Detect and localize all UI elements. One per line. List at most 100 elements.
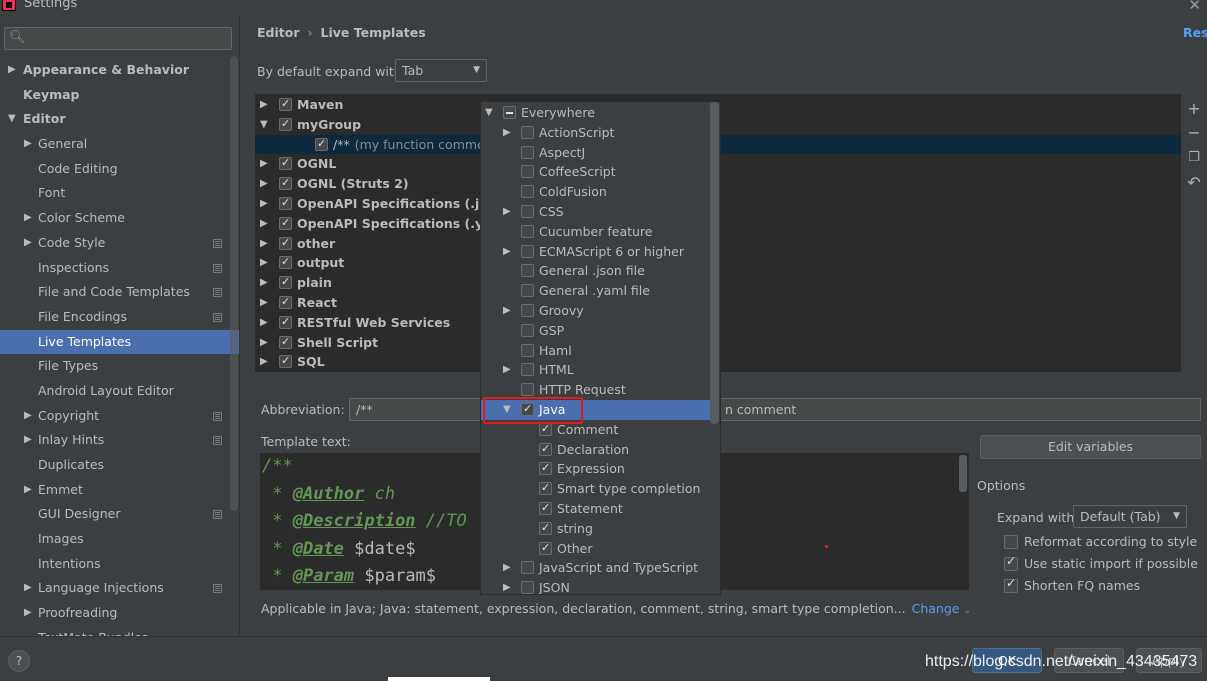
template-checkbox[interactable] (279, 153, 292, 173)
sidebar-item-file-types[interactable]: File Types (0, 354, 239, 379)
context-checkbox[interactable] (521, 125, 534, 139)
option-checkbox[interactable] (1004, 535, 1018, 549)
context-item-expression[interactable]: Expression (481, 458, 710, 479)
restore-icon[interactable]: ↶ (1185, 174, 1203, 192)
template-checkbox[interactable] (279, 332, 292, 351)
chevron-right-icon[interactable]: ▶ (503, 301, 511, 321)
context-checkbox[interactable] (521, 205, 534, 218)
chevron-down-icon[interactable]: ▼ (485, 103, 493, 123)
chevron-right-icon[interactable]: ▶ (260, 154, 268, 174)
context-checkbox[interactable] (521, 224, 534, 238)
context-item-general-yaml-file[interactable]: General .yaml file (481, 281, 710, 301)
chevron-right-icon[interactable]: ▶ (260, 214, 268, 234)
sidebar-item-file-encodings[interactable]: File Encodings (0, 305, 239, 330)
sidebar-item-inlay-hints[interactable]: ▶ Inlay Hints (0, 428, 239, 453)
chevron-right-icon[interactable]: ▶ (260, 194, 268, 214)
context-item-smart-type-completion[interactable]: Smart type completion (481, 478, 710, 499)
chevron-right-icon[interactable]: ▶ (503, 123, 511, 143)
expand-with-select[interactable]: Default (Tab) ▼ (1073, 505, 1187, 528)
context-chooser-popup[interactable]: ▶ JSON ▶ JavaScript and TypeScript Other stri… (480, 101, 721, 595)
chevron-right-icon[interactable]: ▶ (503, 578, 511, 594)
sidebar-item-android-layout-editor[interactable]: Android Layout Editor (0, 379, 239, 404)
context-item-javascript-and-typescript[interactable]: ▶ JavaScript and TypeScript (481, 558, 710, 578)
sidebar-item-language-injections[interactable]: ▶ Language Injections (0, 576, 239, 601)
sidebar-item-textmate-bundles[interactable]: TextMate Bundles (0, 626, 239, 636)
chevron-right-icon[interactable]: ▶ (24, 404, 32, 429)
context-checkbox[interactable] (521, 264, 534, 278)
option-checkbox[interactable] (1004, 554, 1018, 571)
chevron-right-icon[interactable]: ▶ (24, 428, 32, 453)
close-icon[interactable]: ✕ (1188, 0, 1201, 14)
context-checkbox[interactable] (521, 363, 534, 377)
context-checkbox[interactable] (521, 145, 534, 159)
change-contexts-link[interactable]: Change ⌄ (912, 601, 971, 616)
context-checkbox[interactable] (539, 538, 552, 557)
template-checkbox[interactable] (279, 252, 292, 272)
context-checkbox[interactable] (521, 284, 534, 298)
sidebar-item-general[interactable]: ▶ General (0, 132, 239, 157)
chevron-right-icon[interactable]: ▶ (24, 478, 32, 503)
context-item-cucumber-feature[interactable]: Cucumber feature (481, 222, 710, 242)
template-checkbox[interactable] (279, 272, 292, 292)
sidebar-item-live-templates[interactable]: Live Templates (0, 329, 239, 355)
settings-search-input[interactable]: 🔍︎ (4, 27, 232, 50)
context-item-general-json-file[interactable]: General .json file (481, 261, 710, 281)
default-expand-select[interactable]: Tab ▼ (395, 59, 487, 82)
template-checkbox[interactable] (279, 213, 292, 233)
context-item-haml[interactable]: Haml (481, 341, 710, 361)
context-item-other[interactable]: Other (481, 538, 710, 559)
sidebar-item-code-style[interactable]: ▶ Code Style (0, 231, 239, 256)
context-item-coldfusion[interactable]: ColdFusion (481, 182, 710, 202)
chevron-right-icon[interactable]: ▶ (260, 293, 268, 313)
chevron-right-icon[interactable]: ▶ (503, 242, 511, 262)
chevron-right-icon[interactable]: ▶ (24, 206, 32, 231)
chevron-right-icon[interactable]: ▶ (260, 352, 268, 372)
context-item-json[interactable]: ▶ JSON (481, 578, 710, 594)
chevron-right-icon[interactable]: ▶ (24, 576, 32, 601)
chevron-right-icon[interactable]: ▶ (260, 174, 268, 194)
chevron-right-icon[interactable]: ▶ (24, 132, 32, 157)
sidebar-item-inspections[interactable]: Inspections (0, 256, 239, 281)
sidebar-item-copyright[interactable]: ▶ Copyright (0, 404, 239, 429)
context-checkbox[interactable] (539, 478, 552, 498)
chevron-right-icon[interactable]: ▶ (260, 333, 268, 353)
sidebar-item-duplicates[interactable]: Duplicates (0, 453, 239, 478)
context-item-aspectj[interactable]: AspectJ (481, 143, 710, 163)
context-item-string[interactable]: string (481, 518, 710, 539)
description-visible-text[interactable]: n comment (725, 402, 796, 417)
sidebar-item-keymap[interactable]: Keymap (0, 83, 239, 108)
context-item-ecmascript-6-or-higher[interactable]: ▶ ECMAScript 6 or higher (481, 242, 710, 262)
context-checkbox[interactable] (521, 383, 534, 397)
context-checkbox[interactable] (503, 106, 516, 119)
context-item-gsp[interactable]: GSP (481, 321, 710, 341)
option-label[interactable]: Use static import if possible (1024, 556, 1198, 571)
sidebar-item-color-scheme[interactable]: ▶ Color Scheme (0, 206, 239, 231)
chevron-right-icon[interactable]: ▶ (8, 58, 16, 83)
chevron-right-icon[interactable]: ▶ (260, 253, 268, 273)
sidebar-item-emmet[interactable]: ▶ Emmet (0, 478, 239, 503)
chevron-right-icon[interactable]: ▶ (503, 558, 511, 578)
context-item-statement[interactable]: Statement (481, 498, 710, 519)
template-checkbox[interactable] (279, 114, 292, 134)
context-checkbox[interactable] (539, 498, 552, 518)
context-checkbox[interactable] (521, 185, 534, 199)
option-label[interactable]: Shorten FQ names (1024, 578, 1140, 593)
sidebar-item-gui-designer[interactable]: GUI Designer (0, 502, 239, 527)
chevron-right-icon[interactable]: ▶ (260, 273, 268, 293)
context-checkbox[interactable] (521, 165, 534, 179)
sidebar-item-file-and-code-templates[interactable]: File and Code Templates (0, 280, 239, 305)
sidebar-item-editor[interactable]: ▼ Editor (0, 107, 239, 132)
option-label[interactable]: Reformat according to style (1024, 534, 1197, 549)
chevron-right-icon[interactable]: ▶ (24, 231, 32, 256)
template-checkbox[interactable] (279, 233, 292, 252)
chevron-right-icon[interactable]: ▶ (260, 234, 268, 254)
context-item-coffeescript[interactable]: CoffeeScript (481, 162, 710, 182)
sidebar-item-appearance-behavior[interactable]: ▶ Appearance & Behavior (0, 58, 239, 83)
template-checkbox[interactable] (279, 312, 292, 332)
template-checkbox[interactable] (279, 292, 292, 312)
template-checkbox[interactable] (279, 94, 292, 114)
context-checkbox[interactable] (521, 323, 534, 337)
add-icon[interactable]: + (1185, 100, 1203, 118)
popup-scrollbar[interactable] (710, 102, 719, 424)
context-item-groovy[interactable]: ▶ Groovy (481, 301, 710, 321)
